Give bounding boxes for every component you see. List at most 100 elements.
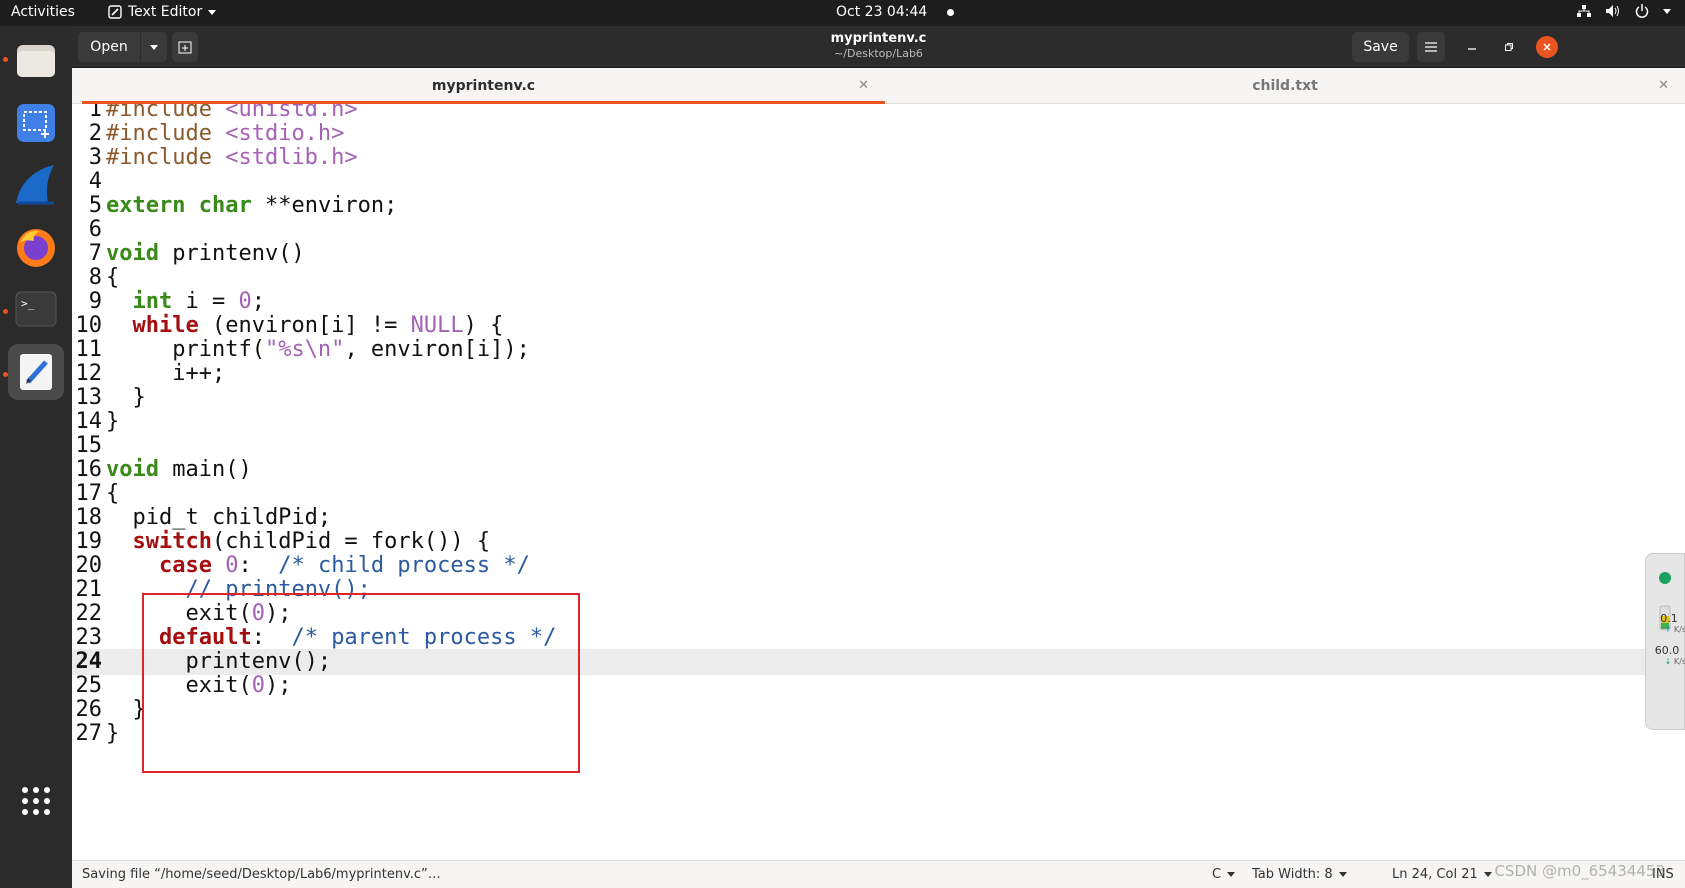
line-number: 5 [88,193,102,218]
language-label: C [1212,867,1222,882]
code-line[interactable]: 6 [72,217,1685,243]
dock-files[interactable] [8,33,64,89]
download-speed: 60.0 [1654,644,1680,657]
code-line[interactable]: 8{ [72,265,1685,291]
save-button[interactable]: Save [1352,32,1409,62]
line-number: 9 [88,289,102,314]
restore-icon [1505,43,1513,51]
line-text: pid_t childPid; [106,505,332,530]
line-number: 20 [75,553,103,578]
code-line[interactable]: 7 void printenv() [72,241,1685,267]
tab-width-label: Tab Width: 8 [1252,867,1333,882]
code-line[interactable]: 15 [72,433,1685,459]
code-line[interactable]: 20 case 0: /* child process */ [72,553,1685,579]
tab-close-icon[interactable]: ✕ [1658,78,1669,93]
tab-myprintenv[interactable]: myprintenv.c ✕ [82,68,885,104]
dock-screenshot[interactable] [8,95,64,151]
line-text: while (environ[i] != NULL) { [132,313,504,338]
chevron-down-icon [1483,872,1492,877]
status-bar: Saving file “/home/seed/Desktop/Lab6/myp… [72,860,1685,888]
line-number: 14 [75,409,103,434]
code-line[interactable]: 11 printf("%s\n", environ[i]); [72,337,1685,363]
dock-text-editor[interactable] [8,344,64,400]
app-menu[interactable]: Text Editor [108,4,217,20]
code-line[interactable]: 9 int i = 0; [72,289,1685,315]
code-line[interactable]: 13 } [72,385,1685,411]
apps-grid-icon [22,787,50,815]
line-number: 25 [75,673,103,698]
line-text: } [106,721,120,746]
top-bar: Activities Text Editor Oct 23 04:44 [0,0,1685,26]
line-number: 8 [88,265,102,290]
line-text: extern char **environ; [106,193,398,218]
show-applications[interactable] [8,773,64,829]
line-text: void printenv() [106,241,305,266]
menu-button[interactable] [1417,32,1445,62]
line-text: i++; [106,361,226,386]
code-line[interactable]: 2 #include <stdio.h> [72,121,1685,147]
notification-dot [947,8,955,16]
line-number: 21 [75,577,103,602]
terminal-icon: >_ [15,291,57,327]
system-tray[interactable] [1577,4,1671,18]
code-line[interactable]: 19 switch(childPid = fork()) { [72,529,1685,555]
cursor-position-selector[interactable]: Ln 24, Col 21 [1392,867,1492,882]
tab-width-selector[interactable]: Tab Width: 8 [1252,867,1347,882]
code-line[interactable]: 12 i++; [72,361,1685,387]
activities-button[interactable]: Activities [11,4,75,20]
chevron-down-icon [208,9,217,15]
line-text: printf("%s\n", environ[i]); [106,337,530,362]
arrow-down-icon: ↓ [1664,657,1672,666]
code-editor[interactable]: 1 #include <unistd.h> 2 #include <stdio.h> 3… [72,104,1685,860]
line-number: 19 [75,529,103,554]
tab-label: child.txt [1252,78,1318,94]
clock[interactable]: Oct 23 04:44 [836,4,955,20]
text-editor-icon [108,5,122,19]
line-text: } [106,409,120,434]
line-number: 22 [75,601,103,626]
line-text: case 0: /* child process */ [158,553,530,578]
line-number: 26 [75,697,103,722]
line-text: { [106,481,120,506]
line-text: #include <stdlib.h> [106,145,358,170]
power-icon [1635,4,1649,18]
wireshark-icon [16,165,54,205]
dock-terminal[interactable]: >_ [8,281,64,337]
code-line[interactable]: 18 pid_t childPid; [72,505,1685,531]
code-line[interactable]: 14} [72,409,1685,435]
firefox-icon [17,229,55,267]
code-line[interactable]: 10 while (environ[i] != NULL) { [72,313,1685,339]
line-number: 4 [88,169,102,194]
line-text: int i = 0; [132,289,265,314]
dock-wireshark[interactable] [8,157,64,213]
hamburger-icon [1425,42,1437,52]
code-line[interactable]: 16 void main() [72,457,1685,483]
upload-unit: ↑ K/s [1652,625,1685,634]
code-line[interactable]: 4 [72,169,1685,195]
code-line[interactable]: 5 extern char **environ; [72,193,1685,219]
minimize-icon [1468,48,1476,50]
arrow-up-icon: ↑ [1664,625,1672,634]
upload-speed: 0.1 [1660,612,1678,625]
tab-child-txt[interactable]: child.txt ✕ [885,68,1685,104]
status-dot-icon [1659,572,1671,584]
close-button[interactable] [1536,36,1558,58]
chevron-down-icon [1338,872,1347,877]
code-line[interactable]: 3 #include <stdlib.h> [72,145,1685,171]
chevron-down-icon [1227,872,1236,877]
text-editor-icon [20,354,52,390]
line-number: 6 [88,217,102,242]
tab-close-icon[interactable]: ✕ [858,78,869,93]
language-selector[interactable]: C [1212,867,1236,882]
line-number: 18 [75,505,103,530]
line-number: 15 [75,433,103,458]
maximize-button[interactable] [1498,36,1520,58]
line-number: 16 [75,457,103,482]
dock-firefox[interactable] [8,219,64,275]
network-speed-widget[interactable]: 0.1 ↑ K/s 60.0 ↓ K/s [1645,553,1685,730]
network-icon [1577,5,1591,17]
code-line[interactable]: 17{ [72,481,1685,507]
minimize-button[interactable] [1461,36,1483,58]
line-number: 27 [75,721,103,746]
screenshot-icon [17,104,55,142]
